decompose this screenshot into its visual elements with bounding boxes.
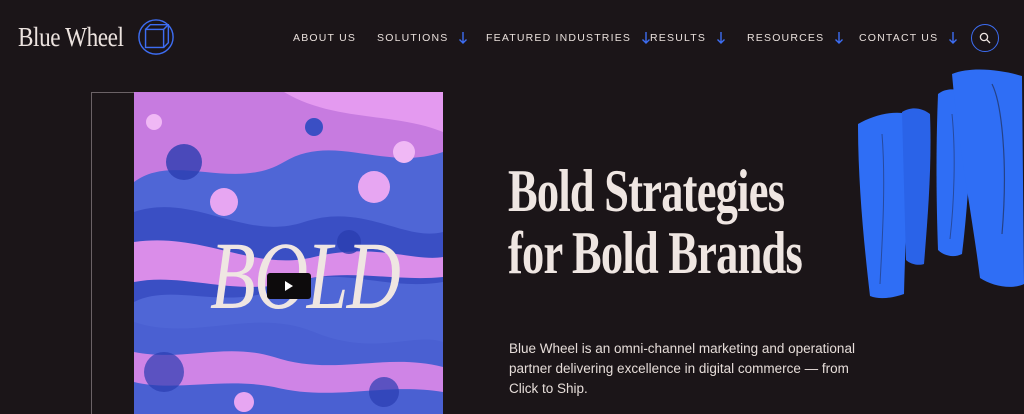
- nav-contact-us[interactable]: CONTACT US: [859, 28, 958, 48]
- nav-label: ABOUT US: [293, 32, 357, 44]
- nav-about-us[interactable]: ABOUT US: [293, 28, 356, 48]
- nav-results[interactable]: RESULTS: [650, 28, 726, 48]
- nav-label: FEATURED INDUSTRIES: [486, 32, 632, 44]
- search-button[interactable]: [971, 24, 999, 52]
- search-icon: [979, 32, 991, 44]
- play-icon: [285, 281, 293, 291]
- nav-resources[interactable]: RESOURCES: [747, 28, 844, 48]
- cube-wheel-icon: [137, 19, 174, 55]
- blue-brush-stroke-decoration: [858, 69, 1024, 299]
- nav-label: CONTACT US: [859, 32, 939, 44]
- play-button[interactable]: [267, 273, 311, 299]
- nav-solutions[interactable]: SOLUTIONS: [377, 28, 468, 48]
- nav-label: RESULTS: [650, 32, 707, 44]
- arrow-down-icon: [835, 32, 844, 44]
- arrow-down-icon: [717, 32, 726, 44]
- headline-line-2: for Bold Brands: [508, 220, 803, 286]
- arrow-down-icon: [459, 32, 468, 44]
- nav-featured-industries[interactable]: FEATURED INDUSTRIES: [486, 28, 651, 48]
- hero-description: Blue Wheel is an omni-channel marketing …: [509, 341, 855, 396]
- main-nav: ABOUT US SOLUTIONS FEATURED INDUSTRIES R…: [293, 28, 1024, 48]
- brand-name: Blue Wheel: [18, 21, 124, 52]
- logo-link[interactable]: Blue Wheel: [18, 14, 175, 60]
- video-frame-outline: [91, 92, 135, 414]
- hero-video[interactable]: BOLD: [134, 92, 443, 414]
- arrow-down-icon: [949, 32, 958, 44]
- hero-headline: Bold Strategies for Bold Brands: [508, 158, 803, 286]
- nav-label: SOLUTIONS: [377, 32, 449, 44]
- headline-line-1: Bold Strategies: [508, 158, 785, 224]
- nav-label: RESOURCES: [747, 32, 825, 44]
